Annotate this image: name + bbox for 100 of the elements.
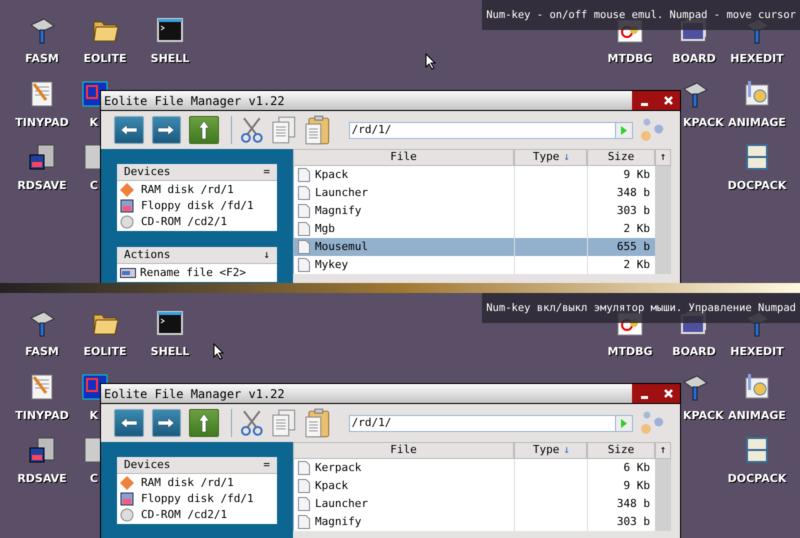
- desktop-icon-label[interactable]: C: [90, 179, 98, 192]
- desktop-icon-label[interactable]: ANIMAGE: [728, 116, 786, 129]
- desktop-icon-label[interactable]: HEXEDIT: [730, 345, 784, 358]
- file-size: 655 b: [616, 238, 650, 255]
- device-item[interactable]: CD-ROM /cd2/1: [117, 507, 277, 523]
- forward-button[interactable]: [152, 409, 182, 437]
- scroll-up-button[interactable]: ↑: [655, 442, 671, 459]
- desktop-icon-label[interactable]: HEXEDIT: [730, 52, 784, 65]
- file-size: 2 Kb: [624, 256, 650, 273]
- column-header[interactable]: File: [293, 442, 514, 459]
- minimize-icon: [640, 396, 648, 399]
- file-icon: [298, 168, 310, 182]
- close-icon: [664, 389, 672, 398]
- desktop-icon-label[interactable]: ANIMAGE: [728, 409, 786, 422]
- column-header[interactable]: Type ↓: [514, 442, 587, 459]
- desktop-icon-label[interactable]: BOARD: [672, 52, 716, 65]
- section-toggle[interactable]: =: [263, 164, 270, 180]
- desktop-icon-label[interactable]: DOCPACK: [728, 472, 786, 485]
- device-label: Floppy disk /fd/1: [140, 490, 254, 507]
- file-size: 2 Kb: [624, 220, 650, 237]
- device-item[interactable]: Floppy disk /fd/1: [117, 198, 277, 214]
- desktop-icon-label[interactable]: DOCPACK: [728, 179, 786, 192]
- file-name: Kerpack: [315, 460, 362, 476]
- section-title: Devices: [124, 456, 170, 473]
- desktop-icon-label[interactable]: C: [90, 472, 98, 485]
- section-toggle[interactable]: =: [263, 456, 270, 474]
- file-name: Magnify: [315, 514, 362, 530]
- desktop-icon-label[interactable]: KPACK: [683, 409, 724, 422]
- desktop-icon-label[interactable]: EOLITE: [84, 52, 126, 65]
- picture-icon: [743, 373, 771, 401]
- file-size: 9 Kb: [624, 166, 650, 183]
- paste-icon[interactable]: [305, 115, 331, 145]
- back-button[interactable]: [114, 116, 144, 144]
- file-size: 303 b: [616, 202, 650, 219]
- device-label: CD-ROM /cd2/1: [140, 506, 228, 523]
- disc-icon: [120, 215, 134, 229]
- action-item[interactable]: Rename file <F2>: [117, 265, 277, 281]
- disc-icon: [120, 508, 134, 522]
- device-item[interactable]: CD-ROM /cd2/1: [117, 214, 277, 230]
- path-field[interactable]: /rd/1/: [348, 414, 634, 432]
- desktop-icon-label[interactable]: K: [89, 116, 98, 129]
- section-title: Devices: [124, 164, 170, 180]
- forward-button[interactable]: [152, 116, 182, 144]
- copy-icon[interactable]: [271, 116, 298, 144]
- scissors-icon[interactable]: [240, 117, 264, 143]
- section-header[interactable]: Devices =: [117, 457, 277, 474]
- section-header[interactable]: Devices =: [117, 164, 277, 181]
- desktop-icon-label[interactable]: SHELL: [150, 345, 190, 358]
- column-title: Type: [532, 442, 560, 458]
- up-button[interactable]: [189, 409, 219, 437]
- desktop-icon-label[interactable]: MTDBG: [608, 52, 652, 65]
- desktop-icon-label[interactable]: K: [89, 409, 98, 422]
- file-size: 348 b: [616, 184, 650, 201]
- desktop-icon-label[interactable]: BOARD: [672, 345, 716, 358]
- section-toggle[interactable]: ↓: [263, 246, 270, 264]
- diamond-icon: [120, 183, 134, 197]
- file-size: 348 b: [616, 496, 650, 512]
- column-header[interactable]: Size: [587, 442, 655, 459]
- desktop-icon-label[interactable]: KPACK: [683, 116, 724, 129]
- desktop-icon-label[interactable]: TINYPAD: [15, 409, 69, 422]
- column-header[interactable]: Size: [587, 149, 655, 166]
- scissors-icon[interactable]: [240, 410, 264, 436]
- column-header[interactable]: Type ↓: [514, 149, 587, 166]
- back-button[interactable]: [114, 409, 144, 437]
- device-item[interactable]: Floppy disk /fd/1: [117, 491, 277, 507]
- hammer-icon: [28, 16, 56, 44]
- column-header[interactable]: File: [293, 149, 514, 166]
- desktop-icon-label[interactable]: FASM: [25, 345, 59, 358]
- floppy-icon: [28, 436, 56, 464]
- file-name: Launcher: [315, 184, 368, 201]
- picture-icon: [743, 80, 771, 108]
- desktop-icon-label[interactable]: RDSAVE: [17, 179, 67, 192]
- desktop-icon-label[interactable]: TINYPAD: [15, 116, 69, 129]
- desktop-icon-label[interactable]: SHELL: [150, 52, 190, 65]
- copy-icon[interactable]: [271, 409, 298, 437]
- minimize-button[interactable]: [632, 91, 656, 110]
- scroll-up-button[interactable]: ↑: [655, 149, 671, 166]
- close-button[interactable]: [656, 91, 680, 110]
- device-label: RAM disk /rd/1: [140, 474, 234, 491]
- desktop-icon-label[interactable]: EOLITE: [84, 345, 126, 358]
- file-size: 6 Kb: [624, 460, 650, 476]
- device-item[interactable]: RAM disk /rd/1: [117, 182, 277, 198]
- paste-icon[interactable]: [305, 408, 331, 438]
- hammer-icon: [28, 309, 56, 337]
- sort-arrow: ↓: [563, 442, 570, 458]
- file-row[interactable]: Mousemul 655 b: [294, 238, 655, 256]
- right-arrow-icon: [157, 417, 176, 429]
- path-field[interactable]: /rd/1/: [348, 122, 634, 138]
- diamond-icon: [120, 476, 134, 490]
- terminal-icon: [156, 16, 184, 44]
- desktop-icon-label[interactable]: FASM: [25, 52, 59, 65]
- section-header[interactable]: Actions ↓: [117, 247, 277, 264]
- device-label: Floppy disk /fd/1: [140, 198, 254, 214]
- device-item[interactable]: RAM disk /rd/1: [117, 475, 277, 491]
- desktop-icon-label[interactable]: MTDBG: [608, 345, 652, 358]
- desktop-icon-label[interactable]: RDSAVE: [17, 472, 67, 485]
- minimize-button[interactable]: [632, 384, 656, 403]
- close-button[interactable]: [656, 384, 680, 403]
- sort-arrow: ↓: [563, 149, 570, 166]
- up-button[interactable]: [189, 116, 219, 144]
